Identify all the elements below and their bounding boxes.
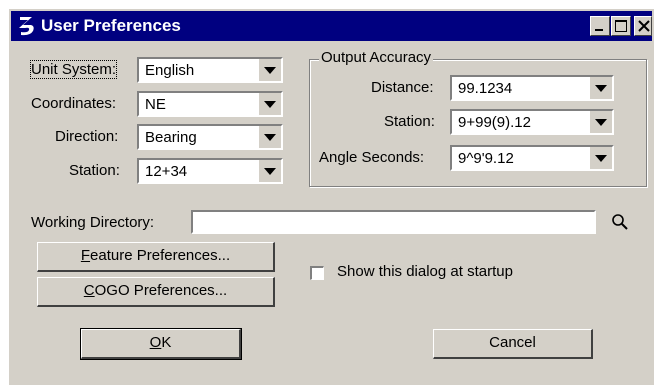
distance-dropdown[interactable]: 99.1234 (450, 75, 614, 101)
coordinates-label: Coordinates: (31, 95, 117, 112)
station-label: Station: (69, 162, 120, 179)
cogo-preferences-label: OGO Preferences... (94, 282, 228, 299)
search-icon[interactable] (611, 213, 629, 231)
chevron-down-icon[interactable] (590, 147, 612, 169)
feature-preferences-mnemonic: F (80, 247, 91, 264)
cancel-label: Cancel (489, 334, 536, 351)
direction-label: Direction: (55, 128, 119, 145)
minimize-icon (595, 29, 603, 31)
feature-preferences-button[interactable]: Feature Preferences... (37, 242, 275, 272)
distance-value: 99.1234 (458, 80, 513, 97)
station-dropdown[interactable]: 12+34 (137, 158, 283, 184)
maximize-button[interactable] (611, 16, 631, 36)
angle-seconds-label: Angle Seconds: (319, 149, 425, 166)
unit-system-label: Unit System: (29, 60, 118, 79)
ok-label: K (161, 334, 172, 351)
window-title: User Preferences (41, 16, 181, 35)
coordinates-dropdown[interactable]: NE (137, 91, 283, 117)
show-at-startup-label[interactable]: Show this dialog at startup (337, 263, 513, 280)
close-button[interactable] (634, 16, 652, 36)
chevron-down-icon[interactable] (259, 126, 281, 148)
chevron-down-icon[interactable] (259, 59, 281, 81)
accuracy-station-value: 9+99(9).12 (458, 114, 531, 131)
cancel-button[interactable]: Cancel (433, 329, 593, 359)
angle-seconds-dropdown[interactable]: 9^9'9.12 (450, 145, 614, 171)
accuracy-station-label: Station: (384, 113, 435, 130)
show-at-startup-checkbox[interactable] (310, 266, 324, 280)
station-value: 12+34 (145, 163, 188, 180)
chevron-down-icon[interactable] (590, 111, 612, 133)
chevron-down-icon[interactable] (259, 93, 281, 115)
title-bar[interactable]: User Preferences (11, 11, 652, 41)
cogo-preferences-button[interactable]: COGO Preferences... (37, 277, 275, 307)
ok-button[interactable]: OK (80, 328, 242, 360)
chevron-down-icon[interactable] (590, 77, 612, 99)
minimize-button[interactable] (590, 16, 610, 36)
distance-label: Distance: (371, 79, 434, 96)
direction-dropdown[interactable]: Bearing (137, 124, 283, 150)
accuracy-station-dropdown[interactable]: 9+99(9).12 (450, 109, 614, 135)
close-icon (638, 20, 650, 32)
working-directory-input[interactable] (191, 210, 596, 234)
unit-system-value: English (145, 62, 195, 79)
working-directory-label: Working Directory: (31, 214, 155, 231)
feature-preferences-label: eature Preferences... (90, 247, 231, 264)
cogo-preferences-mnemonic: C (83, 282, 95, 299)
user-preferences-dialog: User Preferences Unit System: English Co… (8, 8, 654, 385)
bentley-b-icon (19, 17, 34, 36)
direction-value: Bearing (145, 129, 197, 146)
output-accuracy-label: Output Accuracy (319, 49, 434, 66)
unit-system-dropdown[interactable]: English (137, 57, 283, 83)
coordinates-value: NE (145, 96, 166, 113)
maximize-icon (615, 20, 627, 32)
ok-mnemonic: O (149, 334, 162, 351)
angle-seconds-value: 9^9'9.12 (458, 150, 514, 167)
chevron-down-icon[interactable] (259, 160, 281, 182)
